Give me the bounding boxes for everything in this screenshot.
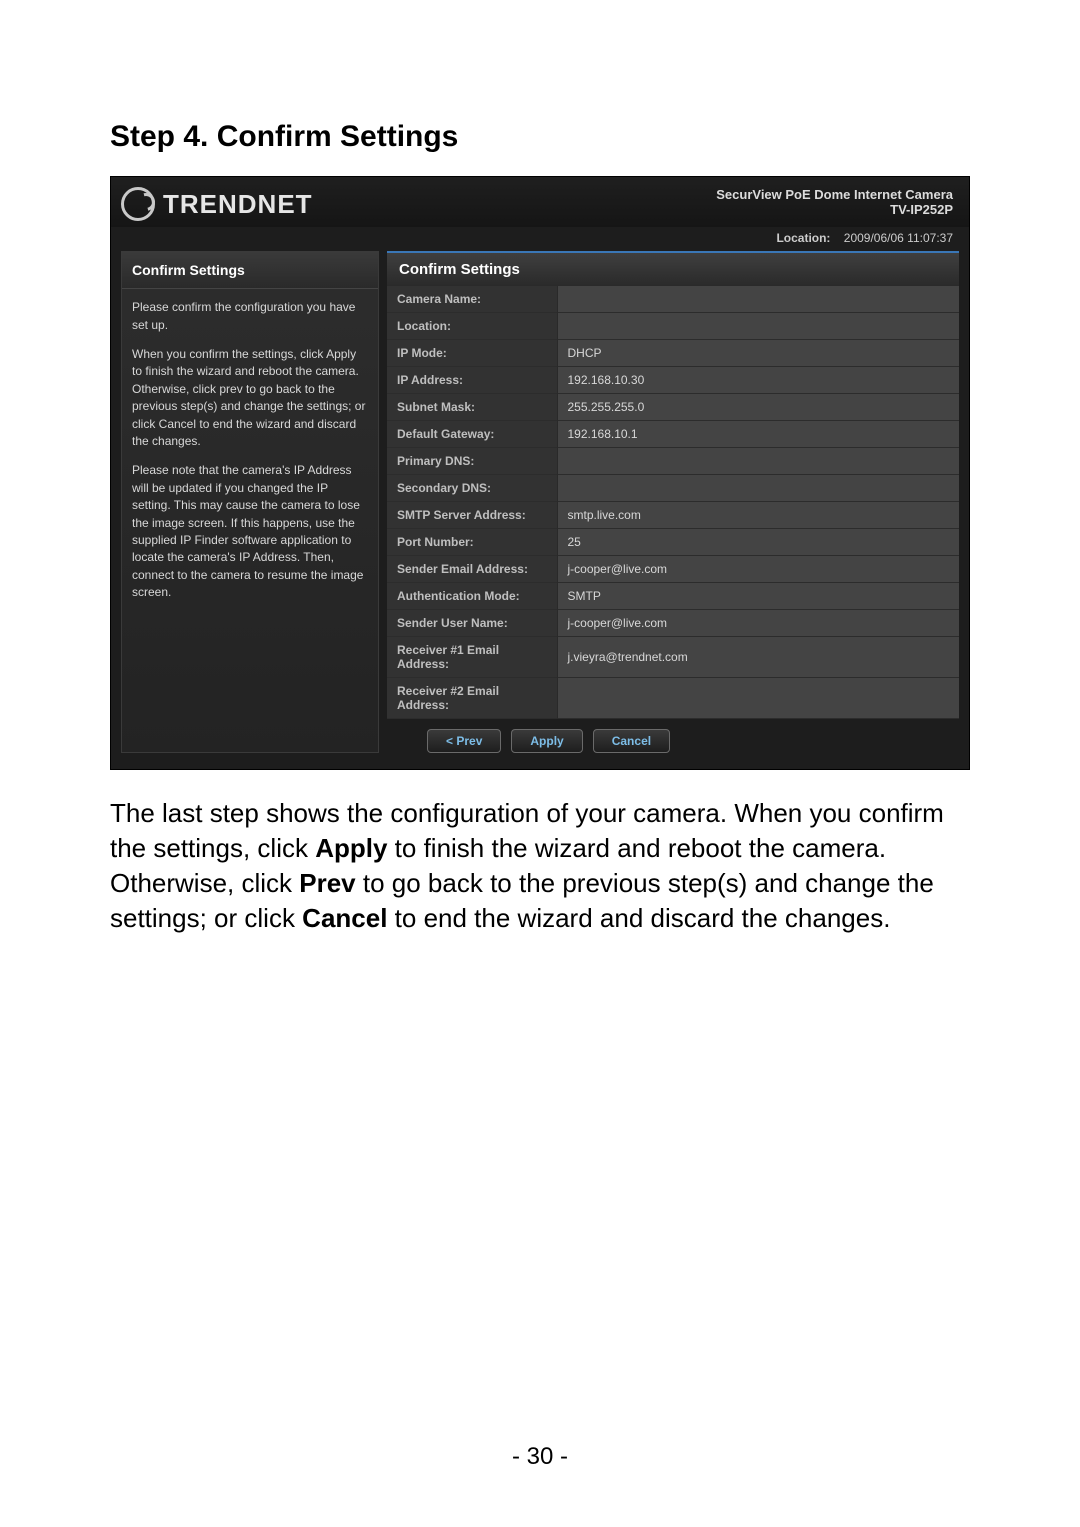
table-row: IP Mode:DHCP <box>387 340 959 367</box>
setting-value: SMTP <box>557 583 959 610</box>
setting-label: Sender User Name: <box>387 610 557 637</box>
table-row: Sender User Name:j-cooper@live.com <box>387 610 959 637</box>
sidebar-para-3: Please note that the camera's IP Address… <box>132 462 368 601</box>
setting-value <box>557 448 959 475</box>
setting-label: Subnet Mask: <box>387 394 557 421</box>
setting-label: Port Number: <box>387 529 557 556</box>
content-title: Confirm Settings <box>387 251 959 286</box>
setting-label: Camera Name: <box>387 286 557 313</box>
setting-value: j-cooper@live.com <box>557 556 959 583</box>
sidebar: Confirm Settings Please confirm the conf… <box>121 251 379 753</box>
setting-value: j-cooper@live.com <box>557 610 959 637</box>
table-row: IP Address:192.168.10.30 <box>387 367 959 394</box>
brand-logo-text: TRENDNET <box>163 189 313 220</box>
step-heading: Step 4. Confirm Settings <box>110 120 970 154</box>
sidebar-help-text: Please confirm the configuration you hav… <box>122 289 378 601</box>
brand-logo: TRENDNET <box>121 187 313 221</box>
table-row: Secondary DNS: <box>387 475 959 502</box>
table-row: SMTP Server Address:smtp.live.com <box>387 502 959 529</box>
setting-label: Location: <box>387 313 557 340</box>
sidebar-para-2: When you confirm the settings, click App… <box>132 346 368 450</box>
table-row: Location: <box>387 313 959 340</box>
content-panel: Confirm Settings Camera Name:Location:IP… <box>387 251 959 753</box>
setting-value: DHCP <box>557 340 959 367</box>
desc-bold-apply: Apply <box>315 833 387 863</box>
setting-value: j.vieyra@trendnet.com <box>557 637 959 678</box>
setting-value: 255.255.255.0 <box>557 394 959 421</box>
table-row: Port Number:25 <box>387 529 959 556</box>
setting-value: 192.168.10.30 <box>557 367 959 394</box>
setting-label: IP Mode: <box>387 340 557 367</box>
app-header: TRENDNET SecurView PoE Dome Internet Cam… <box>111 177 969 227</box>
setting-value <box>557 286 959 313</box>
sidebar-para-1: Please confirm the configuration you hav… <box>132 299 368 334</box>
setting-label: Default Gateway: <box>387 421 557 448</box>
desc-bold-prev: Prev <box>299 868 355 898</box>
location-label: Location: <box>776 231 830 245</box>
table-row: Subnet Mask:255.255.255.0 <box>387 394 959 421</box>
product-model: TV-IP252P <box>716 202 953 217</box>
setting-value <box>557 313 959 340</box>
brand-logo-icon <box>121 187 155 221</box>
product-info: SecurView PoE Dome Internet Camera TV-IP… <box>716 187 953 217</box>
desc-text: to end the wizard and discard the change… <box>387 903 890 933</box>
setting-label: Authentication Mode: <box>387 583 557 610</box>
prev-button[interactable]: < Prev <box>427 729 501 753</box>
setting-label: SMTP Server Address: <box>387 502 557 529</box>
table-row: Receiver #2 Email Address: <box>387 678 959 719</box>
table-row: Sender Email Address:j-cooper@live.com <box>387 556 959 583</box>
setting-label: Primary DNS: <box>387 448 557 475</box>
setting-label: Secondary DNS: <box>387 475 557 502</box>
table-row: Receiver #1 Email Address:j.vieyra@trend… <box>387 637 959 678</box>
table-row: Primary DNS: <box>387 448 959 475</box>
sidebar-title: Confirm Settings <box>122 252 378 289</box>
apply-button[interactable]: Apply <box>511 729 582 753</box>
description-paragraph: The last step shows the configuration of… <box>110 796 970 936</box>
setting-value: 25 <box>557 529 959 556</box>
setting-value <box>557 475 959 502</box>
table-row: Camera Name: <box>387 286 959 313</box>
desc-bold-cancel: Cancel <box>302 903 387 933</box>
wizard-button-row: < Prev Apply Cancel <box>387 719 959 753</box>
setting-label: IP Address: <box>387 367 557 394</box>
setting-label: Receiver #2 Email Address: <box>387 678 557 719</box>
setting-value: 192.168.10.1 <box>557 421 959 448</box>
location-time: 2009/06/06 11:07:37 <box>844 231 953 245</box>
settings-table: Camera Name:Location:IP Mode:DHCPIP Addr… <box>387 286 959 719</box>
product-title: SecurView PoE Dome Internet Camera <box>716 187 953 202</box>
table-row: Authentication Mode:SMTP <box>387 583 959 610</box>
setting-label: Sender Email Address: <box>387 556 557 583</box>
page-number: - 30 - <box>0 1443 1080 1471</box>
location-bar: Location: 2009/06/06 11:07:37 <box>111 227 969 251</box>
cancel-button[interactable]: Cancel <box>593 729 670 753</box>
table-row: Default Gateway:192.168.10.1 <box>387 421 959 448</box>
setting-label: Receiver #1 Email Address: <box>387 637 557 678</box>
setting-value <box>557 678 959 719</box>
app-screenshot: TRENDNET SecurView PoE Dome Internet Cam… <box>110 176 970 770</box>
setting-value: smtp.live.com <box>557 502 959 529</box>
